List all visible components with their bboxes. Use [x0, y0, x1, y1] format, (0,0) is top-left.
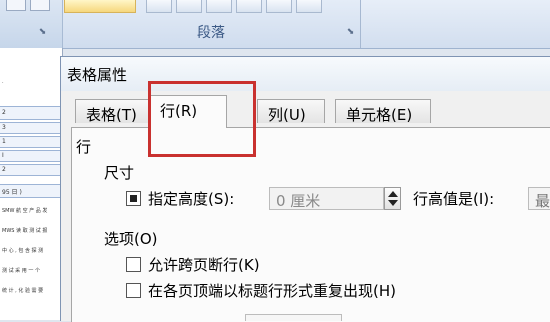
- ribbon-button[interactable]: [296, 0, 322, 13]
- paragraph-group-label: 段落: [197, 25, 225, 41]
- doc-table-row: 95 日 ): [0, 184, 62, 198]
- row-tab-panel: 行 尺寸 指定高度(S): 0 厘米 行高值是(I): 最 选项(O) 允许跨页…: [71, 127, 550, 322]
- allow-row-break-label[interactable]: 允许跨页断行(K): [148, 254, 260, 275]
- dialog-titlebar[interactable]: 表格属性: [61, 57, 550, 91]
- tab-cell[interactable]: 单元格(E): [335, 99, 431, 124]
- spin-down-icon[interactable]: [388, 200, 398, 206]
- row-height-input[interactable]: 0 厘米: [269, 187, 384, 210]
- dialog-launcher-icon[interactable]: ⬊: [38, 28, 47, 37]
- doc-cell: 2: [2, 109, 6, 116]
- tab-strip: 表格(T) 行(R) 列(U) 单元格(E): [61, 91, 550, 128]
- tab-table[interactable]: 表格(T): [75, 99, 149, 124]
- ribbon-button[interactable]: [206, 0, 232, 13]
- ribbon-button[interactable]: [146, 0, 172, 13]
- allow-row-break-checkbox[interactable]: [126, 257, 141, 272]
- document-page[interactable]: · 2 3 1 I 2 95 日 ) SMW 航 空 产 品 发 MWS 读 取…: [0, 48, 63, 320]
- ribbon-button[interactable]: [176, 0, 202, 13]
- spin-up-icon[interactable]: [388, 191, 398, 197]
- ribbon-highlighted-button[interactable]: [64, 0, 136, 13]
- ribbon-left-section: ⬊: [0, 0, 63, 48]
- row-height-is-select[interactable]: 最: [528, 187, 550, 210]
- size-label: 尺寸: [104, 164, 135, 182]
- ribbon-button[interactable]: [266, 0, 292, 13]
- row-height-spinner[interactable]: [384, 187, 401, 210]
- doc-table-row: 1: [0, 136, 62, 148]
- doc-table-row: 2: [0, 106, 62, 120]
- dialog-title: 表格属性: [67, 66, 128, 84]
- doc-table-row: 2: [0, 164, 62, 176]
- repeat-header-row-checkbox[interactable]: [126, 283, 141, 298]
- ribbon-button[interactable]: [236, 0, 262, 13]
- tab-column[interactable]: 列(U): [257, 99, 325, 124]
- paragraph-dialog-launcher-icon[interactable]: ⬊: [346, 28, 355, 37]
- doc-text-fragment: ·: [2, 80, 4, 86]
- table-properties-dialog: 表格属性 表格(T) 行(R) 列(U) 单元格(E) 行 尺寸 指定高度(S)…: [60, 56, 550, 322]
- doc-table-row: 3: [0, 122, 62, 134]
- ribbon-small-button[interactable]: [6, 0, 26, 11]
- doc-cell: I: [2, 152, 4, 159]
- repeat-header-row-label[interactable]: 在各页顶端以标题行形式重复出现(H): [148, 280, 396, 301]
- doc-text-line: MWS 读 取 测 试 报: [2, 228, 48, 234]
- doc-text-line: 统 计 , 化 验 需 要: [2, 288, 44, 294]
- doc-text-line: SMW 航 空 产 品 发: [2, 208, 48, 214]
- doc-cell: 2: [2, 166, 6, 173]
- ribbon-right-section: [361, 0, 550, 48]
- doc-cell: 3: [2, 124, 6, 131]
- doc-text-line: 测 试 采 用 一 个: [2, 268, 40, 274]
- doc-date-cell: 95 日 ): [2, 189, 22, 196]
- options-header: 选项(O): [104, 230, 158, 248]
- doc-table-row: I: [0, 150, 62, 162]
- row-section-header: 行: [76, 138, 92, 156]
- doc-cell: 1: [2, 138, 6, 145]
- specify-height-checkbox[interactable]: [126, 191, 141, 206]
- tab-row[interactable]: 行(R): [149, 95, 227, 128]
- specify-height-label[interactable]: 指定高度(S):: [148, 188, 234, 209]
- ribbon-small-button[interactable]: [30, 0, 50, 11]
- ribbon: ⬊ 段落 ⬊: [0, 0, 550, 49]
- row-height-is-label: 行高值是(I):: [413, 190, 495, 208]
- doc-text-line: 中 心 , 包 含 探 测: [2, 248, 44, 254]
